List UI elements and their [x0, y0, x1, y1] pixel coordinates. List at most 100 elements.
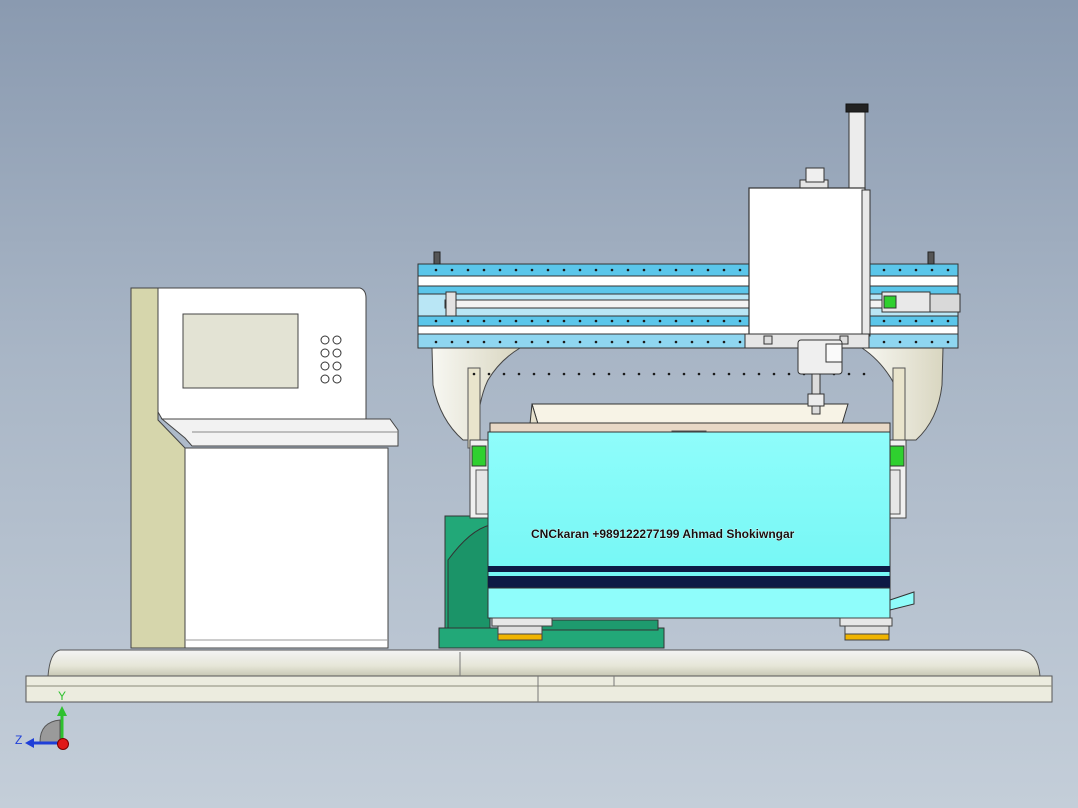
z-axis-label: Z	[15, 733, 22, 747]
control-cabinet[interactable]	[130, 287, 399, 649]
beam-bolt	[594, 319, 598, 323]
beam-bolt	[658, 340, 662, 344]
bridge-bolt	[547, 372, 551, 376]
beam-bolt	[914, 319, 918, 323]
beam-bolt	[690, 319, 694, 323]
beam-bolt	[466, 268, 470, 272]
beam-bolt	[626, 268, 630, 272]
base-platform	[25, 649, 1053, 703]
beam-bolt	[610, 268, 614, 272]
bridge-bolt	[487, 372, 491, 376]
beam-bolt	[690, 268, 694, 272]
beam-bolt	[466, 319, 470, 323]
cnc-router-model[interactable]: CNCkaran +989122277199 Ahmad Shokiwngar	[0, 0, 1078, 808]
cutting-tool	[811, 405, 821, 415]
beam-bolt	[514, 319, 518, 323]
beam-bolt	[498, 319, 502, 323]
bridge-bolt	[472, 372, 476, 376]
beam-bolt	[642, 319, 646, 323]
beam-bolt	[674, 340, 678, 344]
beam-bolt	[658, 319, 662, 323]
beam-bolt	[706, 268, 710, 272]
beam-bolt	[674, 319, 678, 323]
beam-bolt	[722, 340, 726, 344]
beam-bolt	[642, 340, 646, 344]
beam-bolt	[642, 268, 646, 272]
beam-bolt	[946, 340, 950, 344]
beam-bolt	[482, 268, 486, 272]
beam-bolt	[706, 319, 710, 323]
beam-bolt	[578, 319, 582, 323]
beam-bolt	[530, 319, 534, 323]
cabinet-screen	[182, 313, 299, 389]
beam-bolt	[610, 340, 614, 344]
bridge-bolt	[787, 372, 791, 376]
beam-bolt	[706, 340, 710, 344]
beam-bolt	[434, 268, 438, 272]
beam-bolt	[434, 340, 438, 344]
z-axis-column	[848, 109, 866, 191]
beam-bolt	[738, 268, 742, 272]
beam-bolt	[450, 340, 454, 344]
beam-bolt	[450, 319, 454, 323]
x-axis-dot	[57, 738, 69, 750]
beam-bolt	[898, 340, 902, 344]
beam-bolt	[898, 268, 902, 272]
beam-bolt	[946, 319, 950, 323]
beam-bolt	[930, 340, 934, 344]
bridge-bolt	[667, 372, 671, 376]
beam-bolt	[882, 268, 886, 272]
bridge-bolt	[712, 372, 716, 376]
bridge-bolt	[697, 372, 701, 376]
bridge-bolt	[622, 372, 626, 376]
beam-bolt	[498, 340, 502, 344]
beam-bolt	[930, 319, 934, 323]
beam-bolt	[914, 268, 918, 272]
bridge-bolt	[652, 372, 656, 376]
beam-bolt	[738, 340, 742, 344]
bridge-bolt	[772, 372, 776, 376]
beam-bolt	[562, 340, 566, 344]
spindle-carriage[interactable]	[744, 103, 871, 415]
beam-bolt	[882, 319, 886, 323]
bridge-bolt	[577, 372, 581, 376]
beam-bolt	[658, 268, 662, 272]
bridge-bolt	[592, 372, 596, 376]
z-axis-arrowhead	[25, 738, 34, 748]
y-axis-label: Y	[58, 689, 66, 703]
beam-bolt	[898, 319, 902, 323]
cad-viewport[interactable]: CNCkaran +989122277199 Ahmad Shokiwngar	[0, 0, 1078, 808]
gantry-beam[interactable]	[417, 251, 961, 349]
beam-bolt	[722, 319, 726, 323]
bridge-bolt	[607, 372, 611, 376]
beam-bolt	[562, 319, 566, 323]
bridge-bolt	[532, 372, 536, 376]
beam-bolt	[482, 319, 486, 323]
beam-bolt	[482, 340, 486, 344]
beam-bolt	[498, 268, 502, 272]
bridge-bolt	[682, 372, 686, 376]
beam-bolt	[626, 340, 630, 344]
beam-bolt	[546, 268, 550, 272]
beam-bolt	[610, 319, 614, 323]
beam-bolt	[882, 340, 886, 344]
bridge-bolt	[847, 372, 851, 376]
beam-bolt	[434, 319, 438, 323]
beam-bolt	[738, 319, 742, 323]
beam-bolt	[546, 340, 550, 344]
beam-bolt	[594, 340, 598, 344]
beam-bolt	[514, 340, 518, 344]
bridge-bolt	[742, 372, 746, 376]
bridge-bolt	[727, 372, 731, 376]
beam-bolt	[466, 340, 470, 344]
y-axis-arrowhead	[57, 706, 67, 716]
bridge-bolt	[637, 372, 641, 376]
beam-bolt	[914, 340, 918, 344]
beam-bolt	[690, 340, 694, 344]
beam-bolt	[450, 268, 454, 272]
bridge-bolt	[862, 372, 866, 376]
beam-bolt	[514, 268, 518, 272]
work-table[interactable]: CNCkaran +989122277199 Ahmad Shokiwngar	[487, 403, 915, 641]
beam-bolt	[578, 340, 582, 344]
beam-bolt	[930, 268, 934, 272]
